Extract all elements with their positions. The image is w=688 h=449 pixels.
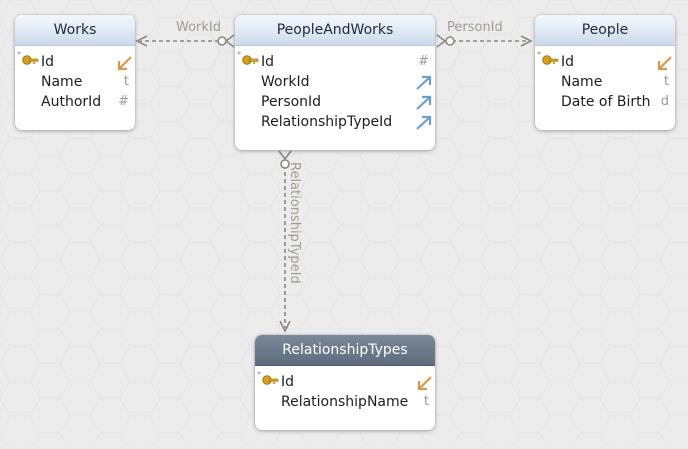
field-type: t — [123, 74, 129, 89]
primary-key-arrow-icon — [115, 55, 133, 71]
table-relationshiptypes[interactable]: RelationshipTypes * Id RelationshipName … — [255, 335, 435, 430]
table-works-title[interactable]: Works — [15, 15, 135, 46]
field-works-name[interactable]: Name t — [15, 72, 135, 92]
field-relationshiptypes-relationshipname[interactable]: RelationshipName t — [255, 392, 435, 412]
field-people-dateofbirth[interactable]: Date of Birth d — [535, 92, 675, 112]
field-peopleandworks-relationshiptypeid[interactable]: RelationshipTypeId — [235, 112, 435, 132]
key-icon: * — [537, 51, 559, 68]
field-name: Id — [41, 54, 55, 70]
foreign-key-arrow-icon — [415, 95, 433, 111]
edge-personid-optional-marker — [445, 36, 455, 46]
key-icon: * — [237, 51, 259, 68]
table-people[interactable]: People * Id Name t Date of Birth d — [535, 15, 675, 130]
table-people-title[interactable]: People — [535, 15, 675, 46]
table-works[interactable]: Works * Id Name t AuthorId # — [15, 15, 135, 130]
field-name: RelationshipName — [281, 394, 409, 410]
table-peopleandworks[interactable]: PeopleAndWorks * Id # WorkId PersonId Re… — [235, 15, 435, 150]
edge-label-relationshiptypeid-wrap: RelationshipTypeId — [284, 160, 304, 300]
key-icon: * — [17, 51, 39, 68]
key-icon: * — [257, 371, 279, 388]
field-name: Id — [261, 54, 275, 70]
field-name: AuthorId — [41, 94, 102, 110]
field-name: Id — [281, 374, 295, 390]
field-name: WorkId — [261, 74, 310, 90]
field-relationshiptypes-id[interactable]: * Id — [255, 371, 435, 392]
edge-label-workid: WorkId — [176, 20, 222, 35]
field-type: # — [118, 94, 129, 109]
field-name: Date of Birth — [561, 94, 651, 110]
field-people-id[interactable]: * Id — [535, 51, 675, 72]
foreign-key-arrow-icon — [415, 75, 433, 91]
table-relationshiptypes-title[interactable]: RelationshipTypes — [255, 335, 435, 366]
field-peopleandworks-id[interactable]: * Id # — [235, 51, 435, 72]
table-peopleandworks-title[interactable]: PeopleAndWorks — [235, 15, 435, 46]
field-name: PersonId — [261, 94, 322, 110]
field-works-authorid[interactable]: AuthorId # — [15, 92, 135, 112]
edge-personid-crowfoot — [436, 34, 447, 48]
field-type: d — [660, 94, 669, 109]
field-people-name[interactable]: Name t — [535, 72, 675, 92]
field-peopleandworks-workid[interactable]: WorkId — [235, 72, 435, 92]
field-name: RelationshipTypeId — [261, 114, 393, 130]
field-type: t — [663, 74, 669, 89]
edge-workid-crowfoot — [224, 34, 235, 48]
primary-key-arrow-icon — [655, 55, 673, 71]
foreign-key-arrow-icon — [415, 115, 433, 131]
edge-label-relationshiptypeid: RelationshipTypeId — [287, 162, 302, 284]
field-type: t — [423, 394, 429, 409]
edge-label-personid: PersonId — [447, 20, 503, 35]
field-works-id[interactable]: * Id — [15, 51, 135, 72]
field-name: Name — [41, 74, 83, 90]
field-name: Id — [561, 54, 575, 70]
field-peopleandworks-personid[interactable]: PersonId — [235, 92, 435, 112]
primary-key-arrow-icon — [415, 375, 433, 391]
edge-relationshiptypeid-crowfoot — [278, 150, 292, 161]
field-name: Name — [561, 74, 603, 90]
field-type: # — [418, 54, 429, 69]
